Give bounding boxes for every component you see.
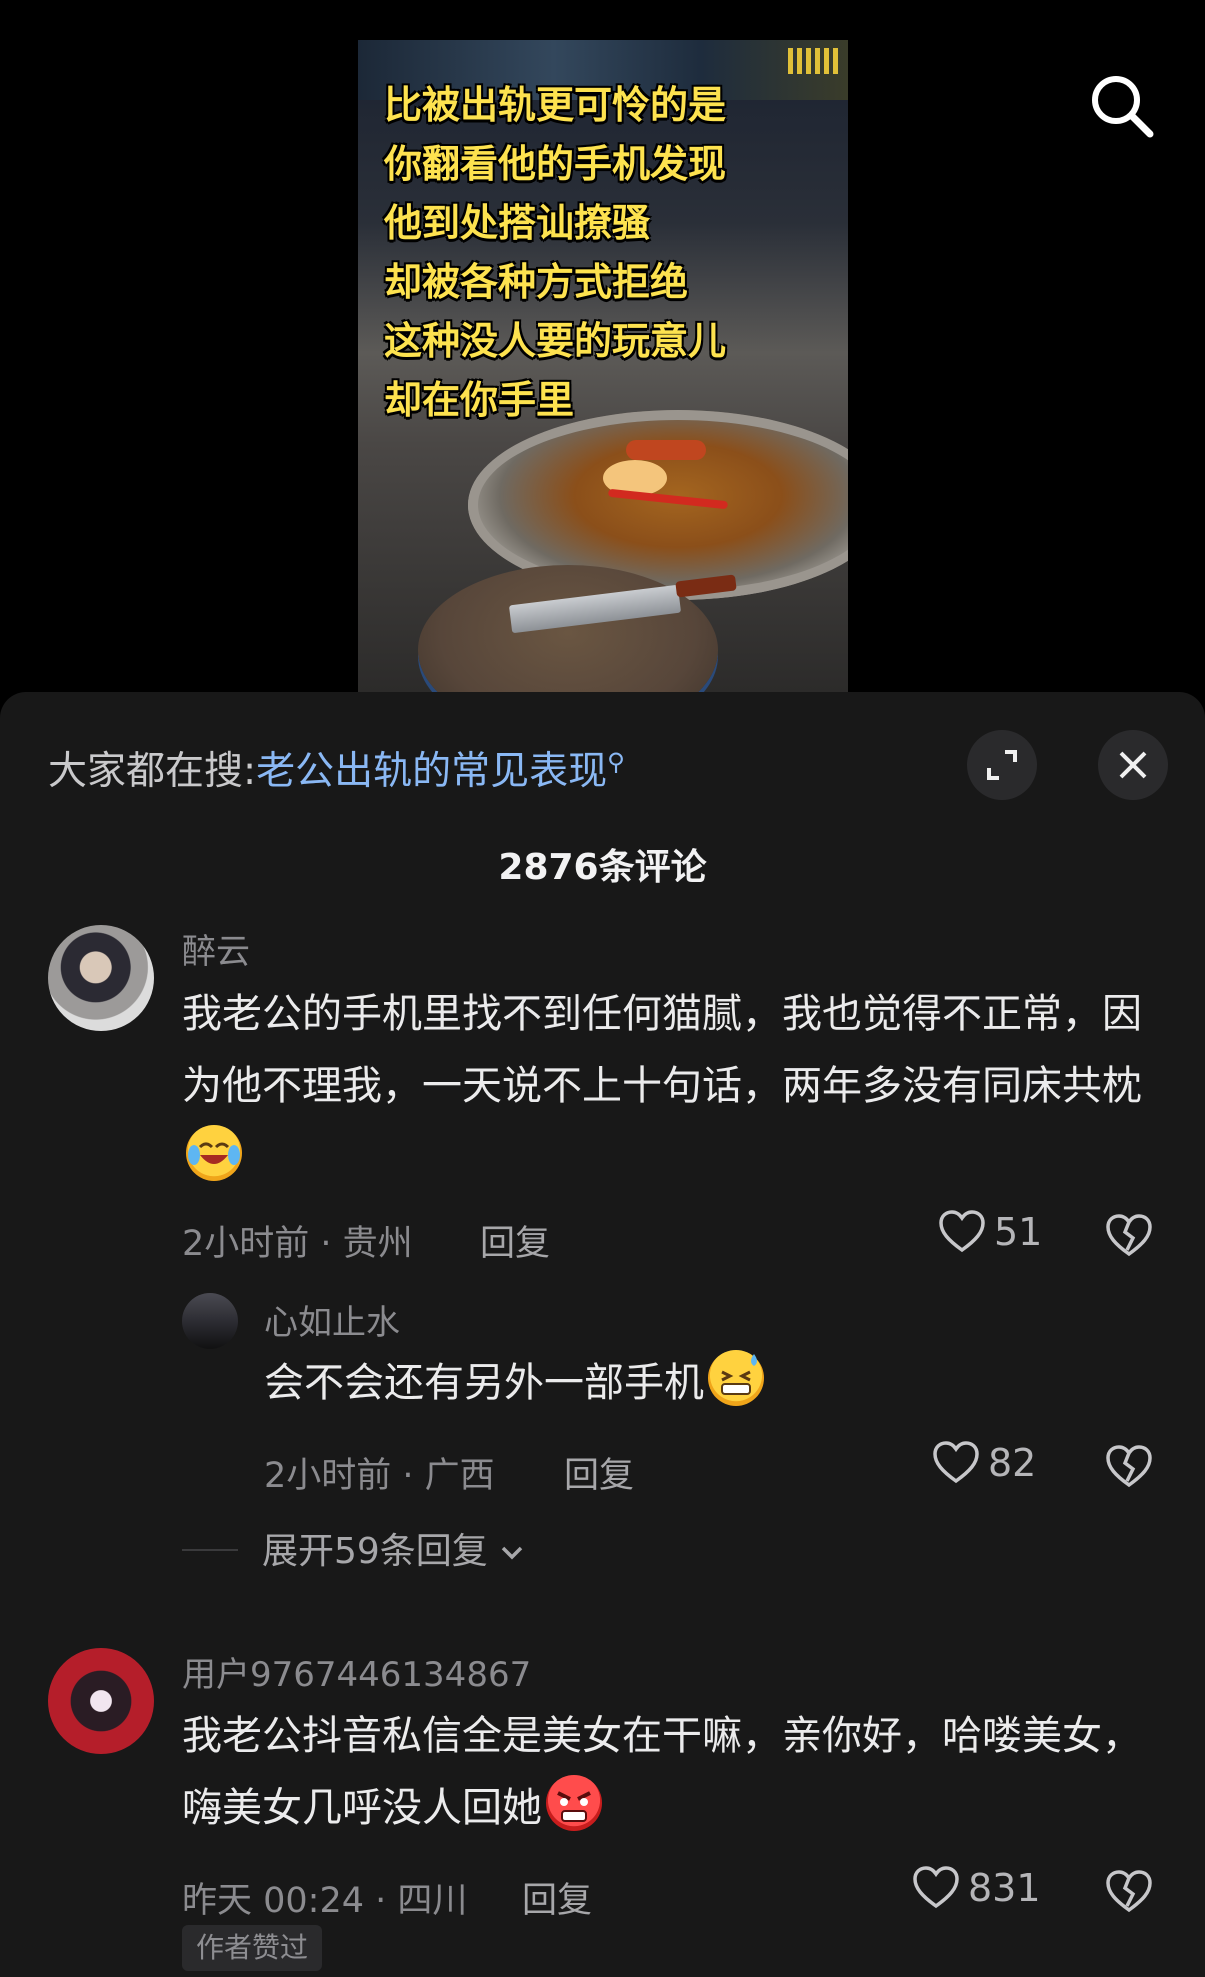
caption-line: 却在你手里 (384, 378, 575, 422)
background-lights (788, 48, 840, 74)
comment-meta: 2小时前 · 贵州 (182, 1224, 413, 1264)
reply-button[interactable]: 回复 (480, 1215, 550, 1266)
heart-icon (913, 1866, 959, 1909)
comment-username[interactable]: 用户9767446134867 (182, 1647, 531, 1696)
broken-heart-icon (1106, 1870, 1152, 1913)
search-icon[interactable] (1088, 72, 1156, 140)
avatar[interactable] (48, 1648, 154, 1754)
like-button[interactable]: 831 (912, 1866, 1041, 1910)
comment-text: 我老公抖音私信全是美女在干嘛，亲你好，哈喽美女，嗨美女几呼没人回她 (182, 1700, 1162, 1844)
video-player[interactable]: 比被出轨更可怜的是 你翻看他的手机发现 他到处搭讪撩骚 却被各种方式拒绝 这种没… (358, 40, 848, 692)
author-liked-badge: 作者赞过 (182, 1925, 322, 1971)
caption-line: 他到处搭讪撩骚 (384, 201, 651, 245)
close-button[interactable] (1098, 730, 1168, 800)
expand-icon (987, 750, 1017, 780)
reply-text: 会不会还有另外一部手机 (264, 1347, 1144, 1419)
like-count: 82 (988, 1441, 1037, 1485)
like-button[interactable]: 51 (938, 1210, 1042, 1254)
divider (182, 1549, 238, 1551)
comment-meta: 昨天 00:24 · 四川 (182, 1881, 468, 1921)
expand-replies-button[interactable]: 展开59条回复 (262, 1522, 525, 1574)
angry-face-emoji (546, 1775, 602, 1831)
heart-icon (939, 1210, 985, 1253)
comment-body: 我老公抖音私信全是美女在干嘛，亲你好，哈喽美女，嗨美女几呼没人回她 (182, 1713, 1142, 1831)
reply-button[interactable]: 回复 (522, 1872, 592, 1923)
dislike-button[interactable] (1105, 1443, 1153, 1491)
caption-line: 你翻看他的手机发现 (384, 142, 727, 186)
reply-body: 会不会还有另外一部手机 (264, 1360, 704, 1406)
avatar[interactable] (48, 925, 154, 1031)
video-caption: 比被出轨更可怜的是 你翻看他的手机发现 他到处搭讪撩骚 却被各种方式拒绝 这种没… (384, 76, 726, 430)
hot-search-prefix: 大家都在搜: (48, 749, 257, 794)
like-count: 831 (968, 1866, 1041, 1910)
sweat-grin-emoji (708, 1350, 764, 1406)
caption-line: 却被各种方式拒绝 (384, 260, 689, 304)
broken-heart-icon (1106, 1214, 1152, 1257)
caption-line: 比被出轨更可怜的是 (384, 83, 727, 127)
heart-icon (933, 1441, 979, 1484)
dislike-button[interactable] (1105, 1868, 1153, 1916)
hot-search-keyword[interactable]: 老公出轨的常见表现 (256, 749, 607, 794)
close-icon (1119, 751, 1147, 779)
reply-meta: 2小时前 · 广西 (264, 1456, 495, 1496)
comment-count: 2876条评论 (498, 847, 707, 888)
chevron-down-icon (502, 1546, 523, 1560)
search-small-icon: ⚲ (607, 748, 625, 776)
hot-search-bar[interactable]: 大家都在搜:老公出轨的常见表现⚲ (48, 740, 625, 796)
dislike-button[interactable] (1105, 1212, 1153, 1260)
broken-heart-icon (1106, 1445, 1152, 1488)
caption-line: 这种没人要的玩意儿 (384, 319, 727, 363)
reply-username[interactable]: 心如止水 (264, 1295, 400, 1344)
like-count: 51 (994, 1210, 1043, 1254)
reply-button[interactable]: 回复 (564, 1447, 634, 1498)
avatar[interactable] (182, 1293, 238, 1349)
food-sausage (626, 440, 706, 460)
expand-button[interactable] (967, 730, 1037, 800)
comment-username[interactable]: 醉云 (182, 924, 250, 973)
comment-sheet: 大家都在搜:老公出轨的常见表现⚲ 2876条评论 醉云 我老公的手机里找不到任何… (0, 692, 1205, 1977)
comment-body: 我老公的手机里找不到任何猫腻，我也觉得不正常，因为他不理我，一天说不上十句话，两… (182, 991, 1142, 1109)
comment-text: 我老公的手机里找不到任何猫腻，我也觉得不正常，因为他不理我，一天说不上十句话，两… (182, 978, 1162, 1194)
expand-replies-label: 展开59条回复 (262, 1531, 488, 1572)
crying-laughing-emoji (186, 1125, 242, 1181)
like-button[interactable]: 82 (932, 1441, 1036, 1485)
